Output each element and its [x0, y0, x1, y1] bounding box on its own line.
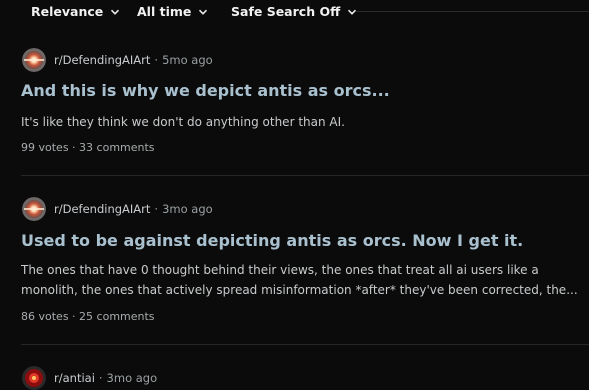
post-meta: r/antiai · 3mo ago	[22, 366, 157, 390]
post-age: 3mo ago	[162, 202, 213, 216]
subreddit-avatar[interactable]	[22, 366, 46, 390]
time-filter-dropdown[interactable]: All time	[137, 4, 208, 19]
sort-filter-label: Relevance	[31, 4, 104, 19]
meta-separator: ·	[154, 202, 159, 216]
post-age: 3mo ago	[106, 371, 158, 385]
stats-separator: ·	[72, 141, 76, 154]
snippet-line: It's like they think we don't do anythin…	[21, 115, 345, 129]
meta-separator: ·	[98, 371, 103, 385]
subreddit-avatar[interactable]	[22, 48, 46, 72]
meta-separator: ·	[154, 53, 159, 67]
chevron-down-icon	[199, 9, 208, 15]
post-stats: 99 votes · 33 comments	[21, 141, 155, 154]
post-meta: r/DefendingAIArt · 3mo ago	[22, 197, 213, 221]
post-stats: 86 votes · 25 comments	[21, 310, 155, 323]
vote-count: 99 votes	[21, 141, 69, 154]
post-title-link[interactable]: Used to be against depicting antis as or…	[21, 231, 523, 250]
subreddit-avatar[interactable]	[22, 197, 46, 221]
chevron-down-icon	[111, 9, 120, 15]
subreddit-link[interactable]: r/antiai	[54, 371, 95, 385]
safe-search-label: Safe Search Off	[231, 4, 341, 19]
post-divider	[21, 344, 589, 345]
snippet-line: The ones that have 0 thought behind thei…	[21, 263, 539, 277]
post-title-link[interactable]: And this is why we depict antis as orcs.…	[21, 81, 390, 100]
post-snippet: The ones that have 0 thought behind thei…	[21, 260, 587, 300]
subreddit-link[interactable]: r/DefendingAIArt	[54, 202, 150, 216]
post-snippet: It's like they think we don't do anythin…	[21, 112, 587, 132]
post-divider	[21, 175, 589, 176]
vote-count: 86 votes	[21, 310, 69, 323]
snippet-line: monolith, the ones that actively spread …	[21, 283, 578, 297]
safe-search-dropdown[interactable]: Safe Search Off	[231, 4, 357, 19]
comment-count: 25 comments	[79, 310, 155, 323]
stats-separator: ·	[72, 310, 76, 323]
post-meta: r/DefendingAIArt · 5mo ago	[22, 48, 213, 72]
search-filter-bar: Relevance All time Safe Search Off	[0, 0, 589, 24]
comment-count: 33 comments	[79, 141, 155, 154]
filter-divider	[356, 11, 589, 12]
subreddit-link[interactable]: r/DefendingAIArt	[54, 53, 150, 67]
post-age: 5mo ago	[162, 53, 213, 67]
time-filter-label: All time	[137, 4, 192, 19]
sort-filter-dropdown[interactable]: Relevance	[31, 4, 120, 19]
